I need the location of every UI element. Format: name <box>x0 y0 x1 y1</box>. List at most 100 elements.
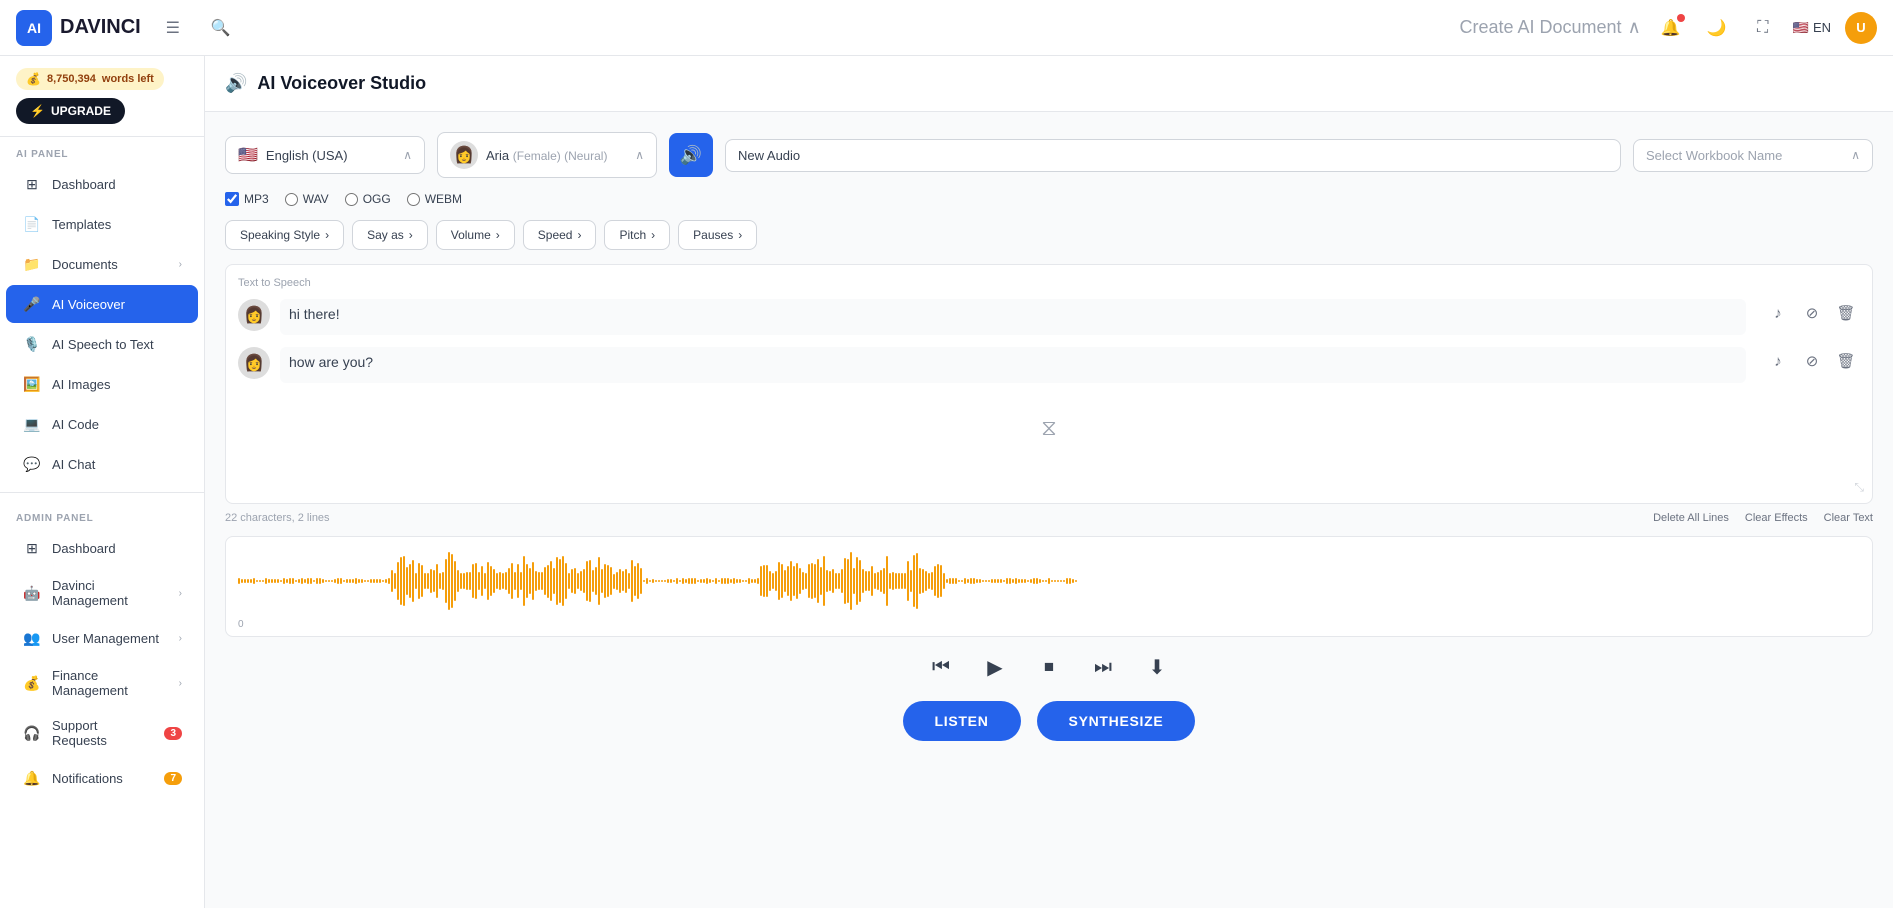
waveform-bar <box>490 566 492 596</box>
synthesize-button[interactable]: SYNTHESIZE <box>1037 701 1196 741</box>
waveform-bar <box>445 559 447 603</box>
workbook-select[interactable]: Select Workbook Name ∧ <box>1633 139 1873 172</box>
webm-radio-input[interactable] <box>407 193 420 206</box>
logo[interactable]: AI DAVINCI <box>16 10 141 46</box>
sidebar-item-documents[interactable]: 📁 Documents › <box>6 245 198 283</box>
sidebar-item-ai-chat[interactable]: 💬 AI Chat <box>6 445 198 483</box>
waveform-bar <box>367 580 369 582</box>
speed-button[interactable]: Speed › <box>523 220 597 250</box>
mp3-checkbox[interactable]: MP3 <box>225 192 269 206</box>
speaking-style-button[interactable]: Speaking Style › <box>225 220 344 250</box>
pitch-button[interactable]: Pitch › <box>604 220 670 250</box>
line-1-clear-icon[interactable]: ⊘ <box>1798 299 1826 327</box>
rewind-button[interactable]: ⏮ <box>923 649 959 685</box>
pauses-button[interactable]: Pauses › <box>678 220 757 250</box>
avatar[interactable]: U <box>1845 12 1877 44</box>
waveform-bar <box>676 578 678 584</box>
sidebar-item-ai-images[interactable]: 🖼️ AI Images <box>6 365 198 403</box>
language-selector[interactable]: 🇺🇸 EN <box>1793 20 1831 36</box>
waveform-bar <box>1042 580 1044 583</box>
waveform-bar <box>394 573 396 590</box>
sidebar-item-ai-code[interactable]: 💻 AI Code <box>6 405 198 443</box>
line-2-music-icon[interactable]: ♪ <box>1764 347 1792 375</box>
language-select[interactable]: 🇺🇸 English (USA) ∧ <box>225 136 425 174</box>
wav-radio[interactable]: WAV <box>285 192 329 206</box>
waveform-bar <box>298 579 300 583</box>
waveform-bar <box>619 569 621 593</box>
menu-icon[interactable]: ☰ <box>157 12 189 44</box>
waveform-bar <box>544 567 546 595</box>
sidebar-item-user-management[interactable]: 👥 User Management › <box>6 619 198 657</box>
volume-button[interactable]: Volume › <box>436 220 515 250</box>
waveform-bar <box>301 578 303 584</box>
waveform-bar <box>574 568 576 594</box>
line-1-delete-icon[interactable]: 🗑 <box>1832 299 1860 327</box>
download-button[interactable]: ⬇ <box>1139 649 1175 685</box>
sidebar-item-templates[interactable]: 📄 Templates <box>6 205 198 243</box>
voice-select[interactable]: 👩 Aria (Female) (Neural) ∧ <box>437 132 657 178</box>
listen-button[interactable]: LISTEN <box>903 701 1021 741</box>
admin-panel-label: ADMIN PANEL <box>0 501 204 528</box>
waveform-bar <box>502 573 504 588</box>
delete-all-lines-button[interactable]: Delete All Lines <box>1653 512 1729 524</box>
waveform-bar <box>577 573 579 588</box>
webm-radio[interactable]: WEBM <box>407 192 462 206</box>
waveform-bar <box>475 563 477 599</box>
resize-handle[interactable]: ⤡ <box>1854 480 1864 495</box>
preview-voice-button[interactable]: 🔊 <box>669 133 713 177</box>
waveform-bar <box>295 580 297 582</box>
sidebar-item-dashboard[interactable]: ⊞ Dashboard <box>6 165 198 203</box>
sidebar-item-support-requests[interactable]: 🎧 Support Requests 3 <box>6 709 198 757</box>
waveform-bar <box>691 578 693 585</box>
sidebar-item-davinci-management[interactable]: 🤖 Davinci Management › <box>6 569 198 617</box>
line-1-music-icon[interactable]: ♪ <box>1764 299 1792 327</box>
ogg-radio[interactable]: OGG <box>345 192 391 206</box>
sidebar-item-ai-voiceover[interactable]: 🎤 AI Voiceover <box>6 285 198 323</box>
waveform-bar <box>979 579 981 582</box>
sidebar-item-label: Support Requests <box>52 718 154 748</box>
play-button[interactable]: ▶ <box>977 649 1013 685</box>
line-2-clear-icon[interactable]: ⊘ <box>1798 347 1826 375</box>
waveform-bar <box>1024 579 1026 583</box>
say-as-button[interactable]: Say as › <box>352 220 428 250</box>
create-ai-document-button[interactable]: Create AI Document ∧ <box>1459 17 1640 38</box>
line-2-delete-icon[interactable]: 🗑 <box>1832 347 1860 375</box>
search-icon[interactable]: 🔍 <box>205 12 237 44</box>
waveform-bar <box>652 579 654 583</box>
waveform-bar <box>697 580 699 582</box>
sidebar-item-finance-management[interactable]: 💰 Finance Management › <box>6 659 198 707</box>
clear-text-button[interactable]: Clear Text <box>1824 512 1873 524</box>
notifications-bell-icon[interactable]: 🔔 <box>1655 12 1687 44</box>
editor-footer: 22 characters, 2 lines Delete All Lines … <box>225 512 1873 524</box>
line-1-text[interactable]: hi there! <box>280 299 1746 335</box>
waveform-bar <box>1048 578 1050 583</box>
sidebar-item-admin-dashboard[interactable]: ⊞ Dashboard <box>6 529 198 567</box>
ogg-radio-input[interactable] <box>345 193 358 206</box>
waveform-bar <box>382 580 384 583</box>
upgrade-button[interactable]: UPGRADE <box>16 98 125 124</box>
stop-button[interactable]: ⏹ <box>1031 649 1067 685</box>
wav-radio-input[interactable] <box>285 193 298 206</box>
mp3-checkbox-input[interactable] <box>225 192 239 206</box>
waveform[interactable] <box>234 545 1864 617</box>
sidebar-item-label: AI Code <box>52 417 99 432</box>
chevron-up-icon: ∧ <box>635 148 644 162</box>
chevron-right-icon: › <box>179 259 182 270</box>
dark-mode-icon[interactable]: 🌙 <box>1701 12 1733 44</box>
line-2-text[interactable]: how are you? <box>280 347 1746 383</box>
waveform-bar <box>562 556 564 606</box>
waveform-bar <box>514 572 516 590</box>
waveform-bar <box>409 564 411 598</box>
waveform-bar <box>1003 580 1005 583</box>
sidebar-item-ai-speech[interactable]: 🎙️ AI Speech to Text <box>6 325 198 363</box>
waveform-bar <box>637 563 639 598</box>
image-icon: 🖼️ <box>22 374 42 394</box>
fullscreen-icon[interactable]: ⛶ <box>1747 12 1779 44</box>
waveform-bar <box>547 565 549 598</box>
fast-forward-button[interactable]: ⏭ <box>1085 649 1121 685</box>
clear-effects-button[interactable]: Clear Effects <box>1745 512 1808 524</box>
waveform-bar <box>424 573 426 589</box>
sidebar-item-notifications[interactable]: 🔔 Notifications 7 <box>6 759 198 797</box>
audio-name-input[interactable] <box>725 139 1621 172</box>
waveform-container: 0 <box>225 536 1873 637</box>
